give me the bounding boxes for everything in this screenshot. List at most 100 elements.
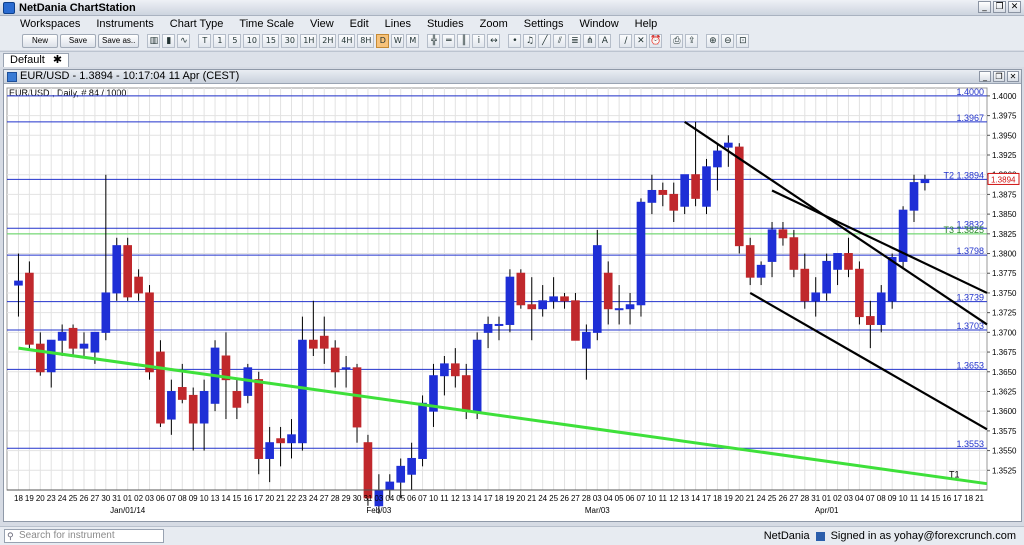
bell-icon[interactable]: ♫ (523, 34, 537, 48)
x-tick-label: 19 (505, 494, 514, 503)
tab-default[interactable]: Default ✱ (3, 53, 70, 67)
candle-body (112, 245, 122, 294)
candle-body (713, 150, 722, 168)
chart-window-controls: _ ❐ ✕ (979, 71, 1019, 82)
save-as-button[interactable]: Save as.. (98, 34, 140, 48)
y-tick-label: 1.3650 (992, 368, 1017, 377)
timescale-5[interactable]: 5 (228, 34, 242, 48)
timescale-m[interactable]: M (406, 34, 420, 48)
x-tick-label: 13 (211, 494, 220, 503)
chart-restore-button[interactable]: ❐ (993, 71, 1005, 82)
fib-icon[interactable]: ≣ (568, 34, 582, 48)
x-tick-label: 21 (527, 494, 536, 503)
x-tick-label: 19 (724, 494, 733, 503)
x-tick-label: 06 (626, 494, 635, 503)
chart-minimize-button[interactable]: _ (979, 71, 991, 82)
hline-icon[interactable]: ═ (442, 34, 456, 48)
chart-window-titlebar: EUR/USD - 1.3894 - 10:17:04 11 Apr (CEST… (4, 70, 1021, 84)
eraser-icon[interactable]: ∕ (619, 34, 633, 48)
candle-body (745, 245, 755, 278)
x-tick-label: 25 (768, 494, 777, 503)
x-tick-label: 26 (779, 494, 788, 503)
menu-window[interactable]: Window (572, 18, 627, 30)
menu-help[interactable]: Help (627, 18, 666, 30)
arrows-icon[interactable]: ↔ (487, 34, 501, 48)
save-button[interactable]: Save (60, 34, 96, 48)
timescale-2h[interactable]: 2H (319, 34, 337, 48)
delete-lines-icon[interactable]: ✕ (634, 34, 648, 48)
timescale-8h[interactable]: 8H (357, 34, 375, 48)
x-tick-label: 23 (298, 494, 307, 503)
x-tick-label: 15 (931, 494, 940, 503)
x-tick-label: 03 (145, 494, 154, 503)
x-tick-label: 27 (90, 494, 99, 503)
timescale-10[interactable]: 10 (243, 34, 261, 48)
zoom-out-icon[interactable]: ⊖ (721, 34, 735, 48)
trend-line-icon[interactable]: ╱ (538, 34, 552, 48)
price-chart[interactable]: EUR/USD , Daily, # 84 / 1000 1.4000 1.3975… (4, 84, 1021, 521)
minimize-button[interactable]: _ (978, 1, 991, 13)
candle-body (527, 304, 537, 310)
zoom-fit-icon[interactable]: ⊡ (736, 34, 750, 48)
timescale-t[interactable]: T (198, 34, 212, 48)
timescale-w[interactable]: W (391, 34, 405, 48)
restore-button[interactable]: ❐ (993, 1, 1006, 13)
menu-lines[interactable]: Lines (377, 18, 419, 30)
x-tick-label: 04 (604, 494, 613, 503)
menu-studies[interactable]: Studies (419, 18, 472, 30)
candle-body (734, 146, 744, 247)
x-tick-label: 01 (123, 494, 132, 503)
zoom-in-icon[interactable]: ⊕ (706, 34, 720, 48)
candle-body (287, 434, 296, 444)
x-tick-label: 10 (647, 494, 656, 503)
chart-close-button[interactable]: ✕ (1007, 71, 1019, 82)
line-chart-icon[interactable]: ∿ (177, 34, 191, 48)
timescale-15[interactable]: 15 (262, 34, 280, 48)
x-tick-label: 12 (669, 494, 678, 503)
candle-body (516, 272, 526, 306)
x-tick-label: 03 (844, 494, 853, 503)
pin-icon[interactable]: ✱ (53, 54, 62, 67)
candle-body (14, 280, 23, 286)
menu-edit[interactable]: Edit (342, 18, 377, 30)
menu-instruments[interactable]: Instruments (88, 18, 161, 30)
menu-time-scale[interactable]: Time Scale (231, 18, 302, 30)
y-tick-label: 1.3725 (992, 309, 1017, 318)
x-tick-label: 10 (200, 494, 209, 503)
candle-body (571, 300, 580, 341)
timescale-1[interactable]: 1 (213, 34, 227, 48)
timescale-d[interactable]: D (376, 34, 390, 48)
new-button[interactable]: New (22, 34, 58, 48)
vline-icon[interactable]: ║ (457, 34, 471, 48)
x-tick-label: 24 (757, 494, 766, 503)
candle-body (177, 387, 187, 400)
menu-view[interactable]: View (302, 18, 342, 30)
menu-workspaces[interactable]: Workspaces (12, 18, 88, 30)
candle-body (680, 174, 689, 207)
print-icon[interactable]: ⎙ (670, 34, 684, 48)
close-button[interactable]: ✕ (1008, 1, 1021, 13)
x-tick-label: 24 (58, 494, 67, 503)
menu-chart-type[interactable]: Chart Type (162, 18, 232, 30)
candle-chart-icon[interactable]: ▮ (162, 34, 176, 48)
timescale-1h[interactable]: 1H (300, 34, 318, 48)
timescale-4h[interactable]: 4H (338, 34, 356, 48)
info-icon[interactable]: ⅰ (472, 34, 486, 48)
bar-chart-icon[interactable]: ▥ (147, 34, 161, 48)
bullet-icon[interactable]: • (508, 34, 522, 48)
timescale-30[interactable]: 30 (281, 34, 299, 48)
text-tool-icon[interactable]: A (598, 34, 612, 48)
export-icon[interactable]: ⇪ (685, 34, 699, 48)
alarm-icon[interactable]: ⏰ (649, 34, 663, 48)
x-tick-label: 28 (582, 494, 591, 503)
instrument-search-input[interactable]: ⚲ Search for instrument (4, 529, 164, 543)
crosshair-icon[interactable]: ╬ (427, 34, 441, 48)
candle-body (407, 457, 416, 475)
x-tick-label: 11 (910, 494, 919, 503)
menu-zoom[interactable]: Zoom (472, 18, 516, 30)
last-price-label: 1.3894 (991, 175, 1016, 184)
pitch-icon[interactable]: ⋔ (583, 34, 597, 48)
channel-icon[interactable]: ⫽ (553, 34, 567, 48)
menu-settings[interactable]: Settings (516, 18, 572, 30)
x-tick-label: 08 (877, 494, 886, 503)
